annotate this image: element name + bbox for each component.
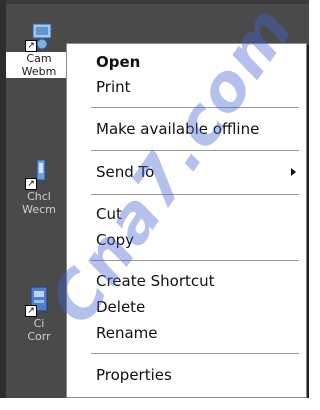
shortcut-arrow-icon: ↗ [25,40,37,52]
menu-item-cut[interactable]: Cut [67,201,306,227]
desktop-icon-label: Wecm [22,203,56,216]
desktop-icon-label: Cam [6,52,72,65]
desktop-icon-label: Chcl [27,190,51,203]
bottom-strip [0,398,309,410]
desktop-icon-network[interactable]: ↗ Ci Corr [6,285,72,343]
menu-item-send-to[interactable]: Send To [67,159,306,185]
desktop-icon-label: Webm [6,65,72,78]
menu-item-properties[interactable]: Properties [67,362,306,388]
menu-item-print[interactable]: Print [67,74,306,100]
desktop-frame-top [0,0,309,4]
menu-item-copy[interactable]: Copy [67,227,306,253]
menu-item-create-shortcut[interactable]: Create Shortcut [67,268,306,294]
menu-separator [91,107,299,108]
menu-item-send-to-label: Send To [96,163,155,181]
shortcut-arrow-icon: ↗ [25,305,37,317]
shortcut-arrow-icon: ↗ [25,178,37,190]
desktop-icon-label: Corr [27,330,51,343]
webcam-shortcut-icon: ↗ [23,20,55,52]
menu-item-open[interactable]: Open [67,49,306,75]
desktop-icon-monitor[interactable]: ↗ Chcl Wecm [6,158,72,216]
menu-item-rename[interactable]: Rename [67,320,306,346]
menu-separator [91,260,299,261]
desktop-icon-webcam[interactable]: ↗ Cam Webm [6,20,72,78]
menu-item-delete[interactable]: Delete [67,294,306,320]
desktop-icon-label: Ci [33,317,45,330]
menu-item-make-available-offline[interactable]: Make available offline [67,116,306,142]
menu-separator [91,150,299,151]
context-menu: Open Print Make available offline Send T… [66,43,307,398]
network-shortcut-icon: ↗ [23,285,55,317]
monitor-shortcut-icon: ↗ [23,158,55,190]
menu-separator [91,194,299,195]
submenu-arrow-icon [291,168,296,176]
menu-separator [91,353,299,354]
